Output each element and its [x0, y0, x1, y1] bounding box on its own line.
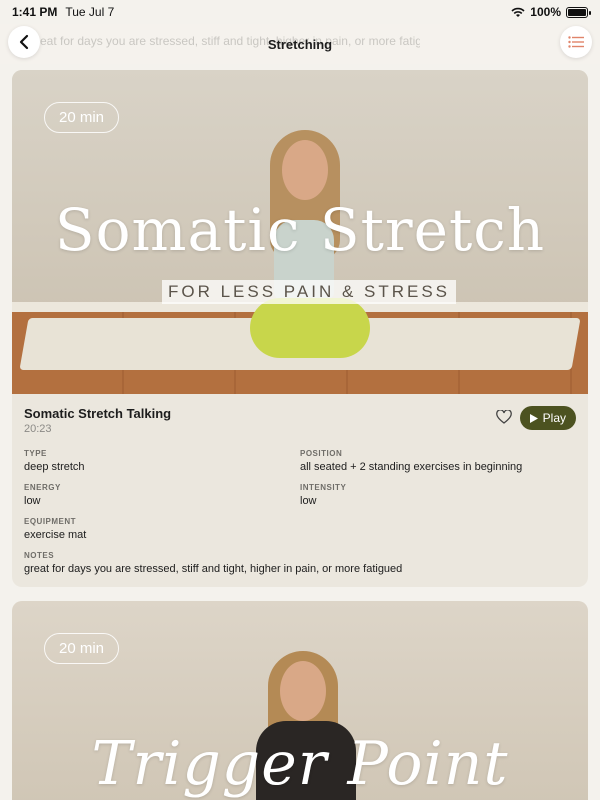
meta-label: ENERGY: [24, 483, 61, 492]
heart-icon[interactable]: [496, 410, 512, 424]
wifi-icon: [511, 7, 525, 17]
back-button[interactable]: [8, 26, 40, 58]
video-card[interactable]: 20 min Trigger Point: [12, 601, 588, 800]
play-label: Play: [542, 411, 566, 425]
duration-pill: 20 min: [44, 102, 120, 133]
meta-type: TYPE deep stretch: [24, 449, 300, 473]
list-icon: [568, 36, 584, 48]
metadata-grid: TYPE deep stretch POSITION all seated + …: [24, 449, 576, 541]
meta-value: deep stretch: [24, 461, 85, 473]
status-right: 100%: [511, 5, 591, 19]
status-time: 1:41 PM: [12, 5, 58, 19]
meta-label: INTENSITY: [300, 483, 347, 492]
chevron-left-icon: [19, 34, 29, 50]
video-thumbnail[interactable]: 20 min Somatic Stretch FOR LESS PAIN & S…: [12, 70, 588, 394]
status-date: Tue Jul 7: [65, 5, 115, 19]
meta-value: all seated + 2 standing exercises in beg…: [300, 461, 523, 473]
meta-label: POSITION: [300, 449, 343, 458]
meta-value: low: [24, 495, 41, 507]
video-card[interactable]: 20 min Somatic Stretch FOR LESS PAIN & S…: [12, 70, 588, 587]
thumbnail-subtitle: FOR LESS PAIN & STRESS: [162, 280, 457, 304]
thumbnail-title: Trigger Point: [91, 729, 509, 799]
meta-label: EQUIPMENT: [24, 517, 77, 526]
meta-energy: ENERGY low: [24, 483, 300, 507]
meta-intensity: INTENSITY low: [300, 483, 576, 507]
scrolled-text-ghost: eat for days you are stressed, stiff and…: [40, 34, 420, 48]
meta-value: low: [300, 495, 317, 507]
video-title: Somatic Stretch Talking: [24, 406, 172, 421]
video-duration: 20:23: [24, 423, 52, 435]
nav-bar: eat for days you are stressed, stiff and…: [0, 24, 600, 64]
page-title: Stretching: [267, 36, 333, 52]
play-button[interactable]: Play: [519, 406, 576, 430]
play-icon: [529, 413, 538, 423]
battery-percent: 100%: [530, 5, 561, 19]
status-bar: 1:41 PM Tue Jul 7 100%: [0, 0, 600, 24]
battery-icon: [566, 6, 591, 18]
video-info: Somatic Stretch Talking 20:23 Play TYPE …: [12, 394, 588, 587]
meta-label: NOTES: [24, 551, 55, 560]
meta-position: POSITION all seated + 2 standing exercis…: [300, 449, 576, 473]
status-left: 1:41 PM Tue Jul 7: [12, 5, 114, 19]
duration-pill: 20 min: [44, 633, 120, 664]
meta-equipment: EQUIPMENT exercise mat: [24, 517, 300, 541]
video-thumbnail[interactable]: 20 min Trigger Point: [12, 601, 588, 800]
video-list[interactable]: 20 min Somatic Stretch FOR LESS PAIN & S…: [12, 70, 588, 800]
meta-value: great for days you are stressed, stiff a…: [24, 563, 403, 575]
meta-label: TYPE: [24, 449, 47, 458]
thumbnail-title: Somatic Stretch: [54, 196, 546, 264]
meta-notes: NOTES great for days you are stressed, s…: [24, 551, 576, 575]
meta-value: exercise mat: [24, 529, 87, 541]
list-button[interactable]: [560, 26, 592, 58]
